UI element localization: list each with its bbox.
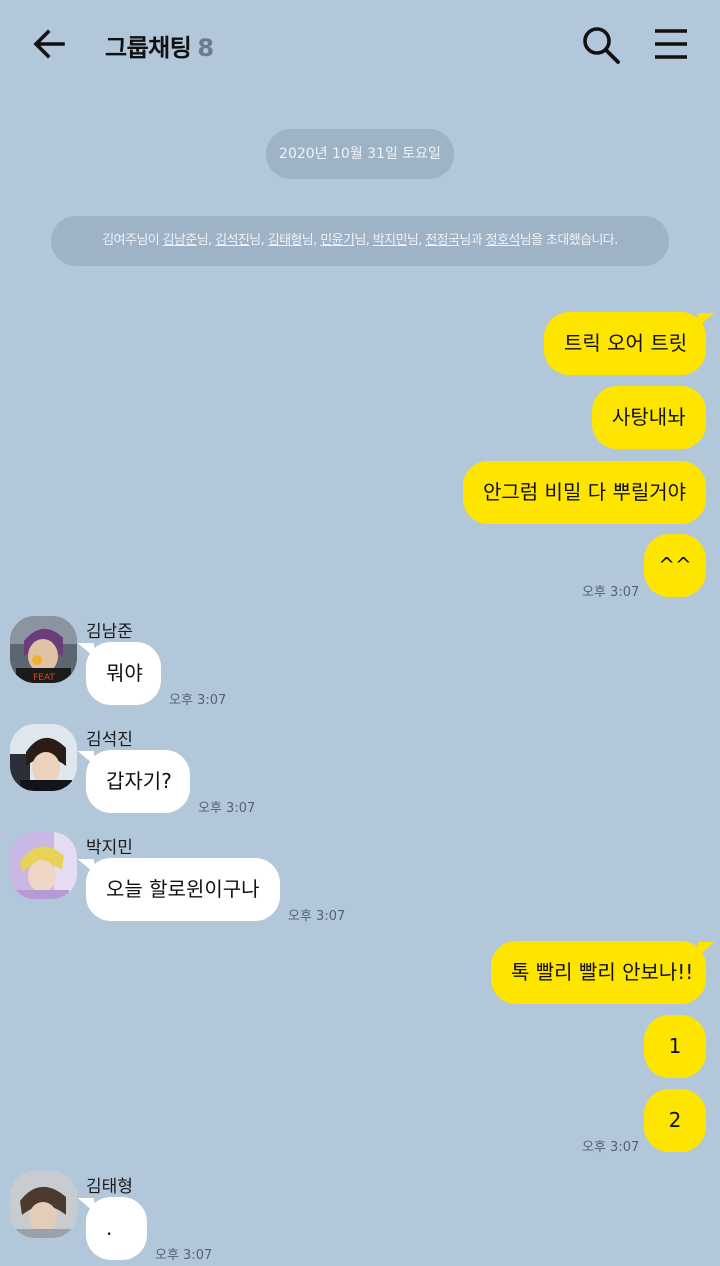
invited-user-link[interactable]: 김남준 xyxy=(163,233,198,248)
chat-title-text: 그룹채팅 xyxy=(105,34,192,62)
received-message-bubble[interactable]: 갑자기? xyxy=(86,750,190,813)
invited-user-link[interactable]: 민윤기 xyxy=(320,233,355,248)
chat-title: 그룹채팅 8 xyxy=(105,28,214,63)
sender-name: 김태형 xyxy=(86,1177,133,1197)
my-message-bubble[interactable]: 트릭 오어 트릿 xyxy=(544,312,706,375)
chat-header: 그룹채팅 8 xyxy=(0,0,720,88)
sender-name: 박지민 xyxy=(86,838,133,858)
message-timestamp: 오후 3:07 xyxy=(198,801,256,816)
sender-name: 김남준 xyxy=(86,622,133,642)
menu-button[interactable] xyxy=(652,26,690,62)
search-icon xyxy=(583,27,620,64)
message-timestamp: 오후 3:07 xyxy=(169,693,227,708)
invited-user-link[interactable]: 전정국 xyxy=(425,233,460,248)
my-message-bubble[interactable]: 사탕내놔 xyxy=(592,386,706,449)
avatar-taehyung[interactable] xyxy=(10,1171,77,1238)
avatar-image: FEAT xyxy=(10,616,77,683)
system-message-text: 님, xyxy=(301,233,321,248)
back-arrow-icon xyxy=(33,29,65,59)
my-message-bubble[interactable]: 2 xyxy=(644,1089,706,1152)
my-message-bubble[interactable]: 안그럼 비밀 다 뿌릴거야 xyxy=(463,461,706,524)
date-divider: 2020년 10월 31일 토요일 xyxy=(266,129,454,179)
menu-icon xyxy=(655,29,687,59)
system-message-text: 님과 xyxy=(459,233,486,248)
message-timestamp: 오후 3:07 xyxy=(155,1248,213,1263)
search-button[interactable] xyxy=(580,24,622,66)
my-message-bubble[interactable]: ^^ xyxy=(644,534,706,597)
avatar-namjoon[interactable]: FEAT xyxy=(10,616,77,683)
avatar-image xyxy=(10,724,77,791)
invited-user-link[interactable]: 정호석 xyxy=(486,233,521,248)
system-message-text: 님을 초대했습니다. xyxy=(519,233,619,248)
system-message-text: 님, xyxy=(249,233,268,248)
avatar-seokjin[interactable] xyxy=(10,724,77,791)
system-message-text: 김여주님이 xyxy=(102,233,163,248)
system-message-text: 님, xyxy=(196,233,216,248)
message-timestamp: 오후 3:07 xyxy=(582,585,640,600)
system-invite-message: 김여주님이 김남준님, 김석진님, 김태형님, 민윤기님, 박지민님, 전정국님… xyxy=(51,216,669,266)
back-button[interactable] xyxy=(30,24,70,64)
my-message-bubble[interactable]: 톡 빨리 빨리 안보나!! xyxy=(491,941,706,1004)
avatar-image xyxy=(10,832,77,899)
message-timestamp: 오후 3:07 xyxy=(288,909,346,924)
member-count: 8 xyxy=(197,34,214,62)
svg-text:FEAT: FEAT xyxy=(33,673,55,683)
system-message-text: 님, xyxy=(406,233,426,248)
invited-user-link[interactable]: 김태형 xyxy=(268,233,303,248)
invited-user-link[interactable]: 김석진 xyxy=(215,233,250,248)
message-timestamp: 오후 3:07 xyxy=(582,1140,640,1155)
sender-name: 김석진 xyxy=(86,730,133,750)
avatar-jimin[interactable] xyxy=(10,832,77,899)
my-message-bubble[interactable]: 1 xyxy=(644,1015,706,1078)
avatar-image xyxy=(10,1171,77,1238)
received-message-bubble[interactable]: . xyxy=(86,1197,147,1260)
system-message-text: 님, xyxy=(354,233,373,248)
received-message-bubble[interactable]: 뭐야 xyxy=(86,642,161,705)
invited-user-link[interactable]: 박지민 xyxy=(373,233,408,248)
received-message-bubble[interactable]: 오늘 할로윈이구나 xyxy=(86,858,280,921)
